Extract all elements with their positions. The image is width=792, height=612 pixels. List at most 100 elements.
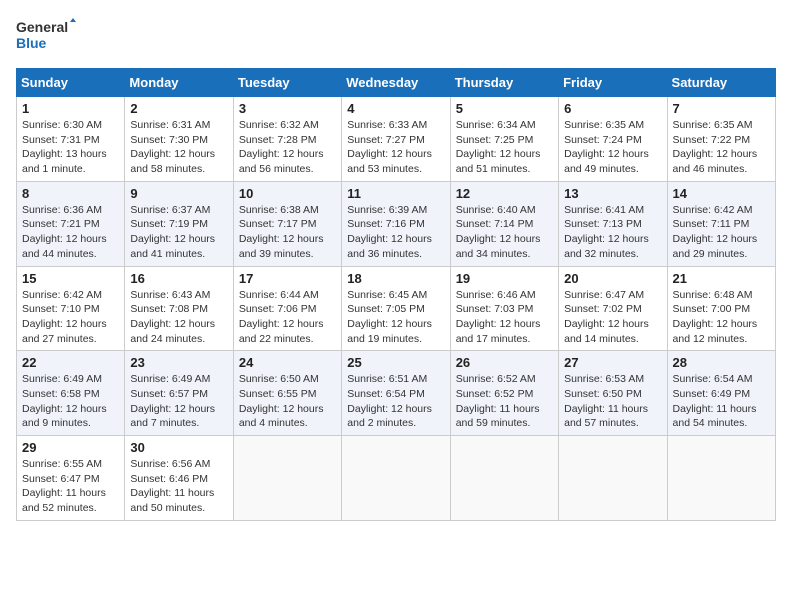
calendar-week-row: 8 Sunrise: 6:36 AMSunset: 7:21 PMDaylight… (17, 181, 776, 266)
day-number: 1 (22, 101, 119, 116)
day-number: 28 (673, 355, 770, 370)
calendar-cell (559, 436, 667, 521)
calendar-cell: 8 Sunrise: 6:36 AMSunset: 7:21 PMDaylight… (17, 181, 125, 266)
weekday-header-wednesday: Wednesday (342, 69, 450, 97)
day-info: Sunrise: 6:55 AMSunset: 6:47 PMDaylight:… (22, 457, 119, 516)
calendar-cell: 5 Sunrise: 6:34 AMSunset: 7:25 PMDaylight… (450, 97, 558, 182)
day-info: Sunrise: 6:37 AMSunset: 7:19 PMDaylight:… (130, 203, 227, 262)
day-info: Sunrise: 6:56 AMSunset: 6:46 PMDaylight:… (130, 457, 227, 516)
day-info: Sunrise: 6:39 AMSunset: 7:16 PMDaylight:… (347, 203, 444, 262)
day-info: Sunrise: 6:46 AMSunset: 7:03 PMDaylight:… (456, 288, 553, 347)
day-number: 27 (564, 355, 661, 370)
day-info: Sunrise: 6:36 AMSunset: 7:21 PMDaylight:… (22, 203, 119, 262)
logo-svg: General Blue (16, 16, 76, 56)
calendar-cell: 11 Sunrise: 6:39 AMSunset: 7:16 PMDayligh… (342, 181, 450, 266)
weekday-header-friday: Friday (559, 69, 667, 97)
calendar-cell: 9 Sunrise: 6:37 AMSunset: 7:19 PMDaylight… (125, 181, 233, 266)
day-info: Sunrise: 6:48 AMSunset: 7:00 PMDaylight:… (673, 288, 770, 347)
day-number: 2 (130, 101, 227, 116)
day-number: 4 (347, 101, 444, 116)
weekday-header-sunday: Sunday (17, 69, 125, 97)
weekday-header-tuesday: Tuesday (233, 69, 341, 97)
day-number: 25 (347, 355, 444, 370)
svg-text:Blue: Blue (16, 35, 47, 51)
calendar-cell: 27 Sunrise: 6:53 AMSunset: 6:50 PMDayligh… (559, 351, 667, 436)
calendar-cell: 2 Sunrise: 6:31 AMSunset: 7:30 PMDaylight… (125, 97, 233, 182)
day-number: 23 (130, 355, 227, 370)
day-number: 20 (564, 271, 661, 286)
day-number: 16 (130, 271, 227, 286)
day-info: Sunrise: 6:42 AMSunset: 7:10 PMDaylight:… (22, 288, 119, 347)
calendar-cell: 13Sunrise: 6:41 AMSunset: 7:13 PMDayligh… (559, 181, 667, 266)
calendar-cell: 30 Sunrise: 6:56 AMSunset: 6:46 PMDayligh… (125, 436, 233, 521)
calendar-week-row: 15Sunrise: 6:42 AMSunset: 7:10 PMDayligh… (17, 266, 776, 351)
calendar-cell: 4 Sunrise: 6:33 AMSunset: 7:27 PMDaylight… (342, 97, 450, 182)
day-number: 3 (239, 101, 336, 116)
day-number: 22 (22, 355, 119, 370)
day-info: Sunrise: 6:50 AMSunset: 6:55 PMDaylight:… (239, 372, 336, 431)
calendar-cell (233, 436, 341, 521)
calendar-cell: 23 Sunrise: 6:49 AMSunset: 6:57 PMDayligh… (125, 351, 233, 436)
day-info: Sunrise: 6:54 AMSunset: 6:49 PMDaylight:… (673, 372, 770, 431)
day-number: 30 (130, 440, 227, 455)
day-number: 19 (456, 271, 553, 286)
day-info: Sunrise: 6:49 AMSunset: 6:58 PMDaylight:… (22, 372, 119, 431)
day-info: Sunrise: 6:30 AMSunset: 7:31 PMDaylight:… (22, 118, 119, 177)
calendar-cell: 20 Sunrise: 6:47 AMSunset: 7:02 PMDayligh… (559, 266, 667, 351)
calendar-week-row: 22 Sunrise: 6:49 AMSunset: 6:58 PMDayligh… (17, 351, 776, 436)
day-number: 12 (456, 186, 553, 201)
calendar-cell: 7Sunrise: 6:35 AMSunset: 7:22 PMDaylight… (667, 97, 775, 182)
day-info: Sunrise: 6:51 AMSunset: 6:54 PMDaylight:… (347, 372, 444, 431)
day-info: Sunrise: 6:53 AMSunset: 6:50 PMDaylight:… (564, 372, 661, 431)
day-number: 8 (22, 186, 119, 201)
calendar-cell: 18 Sunrise: 6:45 AMSunset: 7:05 PMDayligh… (342, 266, 450, 351)
day-info: Sunrise: 6:43 AMSunset: 7:08 PMDaylight:… (130, 288, 227, 347)
day-number: 6 (564, 101, 661, 116)
calendar-cell (667, 436, 775, 521)
calendar-cell: 22 Sunrise: 6:49 AMSunset: 6:58 PMDayligh… (17, 351, 125, 436)
calendar-table: SundayMondayTuesdayWednesdayThursdayFrid… (16, 68, 776, 521)
day-number: 29 (22, 440, 119, 455)
svg-text:General: General (16, 19, 68, 35)
calendar-cell: 3 Sunrise: 6:32 AMSunset: 7:28 PMDaylight… (233, 97, 341, 182)
day-number: 26 (456, 355, 553, 370)
page-header: General Blue (16, 16, 776, 56)
day-info: Sunrise: 6:32 AMSunset: 7:28 PMDaylight:… (239, 118, 336, 177)
day-info: Sunrise: 6:49 AMSunset: 6:57 PMDaylight:… (130, 372, 227, 431)
calendar-cell: 25 Sunrise: 6:51 AMSunset: 6:54 PMDayligh… (342, 351, 450, 436)
day-number: 9 (130, 186, 227, 201)
day-info: Sunrise: 6:47 AMSunset: 7:02 PMDaylight:… (564, 288, 661, 347)
day-info: Sunrise: 6:34 AMSunset: 7:25 PMDaylight:… (456, 118, 553, 177)
calendar-cell: 26Sunrise: 6:52 AMSunset: 6:52 PMDayligh… (450, 351, 558, 436)
day-number: 18 (347, 271, 444, 286)
day-number: 7 (673, 101, 770, 116)
calendar-cell: 15Sunrise: 6:42 AMSunset: 7:10 PMDayligh… (17, 266, 125, 351)
day-number: 14 (673, 186, 770, 201)
day-number: 10 (239, 186, 336, 201)
day-info: Sunrise: 6:31 AMSunset: 7:30 PMDaylight:… (130, 118, 227, 177)
weekday-header-saturday: Saturday (667, 69, 775, 97)
calendar-cell: 24 Sunrise: 6:50 AMSunset: 6:55 PMDayligh… (233, 351, 341, 436)
logo: General Blue (16, 16, 76, 56)
weekday-header-row: SundayMondayTuesdayWednesdayThursdayFrid… (17, 69, 776, 97)
day-info: Sunrise: 6:38 AMSunset: 7:17 PMDaylight:… (239, 203, 336, 262)
calendar-cell: 1 Sunrise: 6:30 AMSunset: 7:31 PMDaylight… (17, 97, 125, 182)
weekday-header-monday: Monday (125, 69, 233, 97)
calendar-week-row: 1 Sunrise: 6:30 AMSunset: 7:31 PMDaylight… (17, 97, 776, 182)
day-info: Sunrise: 6:41 AMSunset: 7:13 PMDaylight:… (564, 203, 661, 262)
day-info: Sunrise: 6:42 AMSunset: 7:11 PMDaylight:… (673, 203, 770, 262)
day-number: 5 (456, 101, 553, 116)
day-number: 21 (673, 271, 770, 286)
day-number: 11 (347, 186, 444, 201)
calendar-cell (450, 436, 558, 521)
day-info: Sunrise: 6:40 AMSunset: 7:14 PMDaylight:… (456, 203, 553, 262)
day-info: Sunrise: 6:35 AMSunset: 7:24 PMDaylight:… (564, 118, 661, 177)
calendar-cell: 14 Sunrise: 6:42 AMSunset: 7:11 PMDayligh… (667, 181, 775, 266)
calendar-cell: 17Sunrise: 6:44 AMSunset: 7:06 PMDayligh… (233, 266, 341, 351)
day-number: 17 (239, 271, 336, 286)
calendar-cell: 6 Sunrise: 6:35 AMSunset: 7:24 PMDaylight… (559, 97, 667, 182)
day-info: Sunrise: 6:33 AMSunset: 7:27 PMDaylight:… (347, 118, 444, 177)
day-number: 24 (239, 355, 336, 370)
day-info: Sunrise: 6:45 AMSunset: 7:05 PMDaylight:… (347, 288, 444, 347)
calendar-week-row: 29 Sunrise: 6:55 AMSunset: 6:47 PMDayligh… (17, 436, 776, 521)
